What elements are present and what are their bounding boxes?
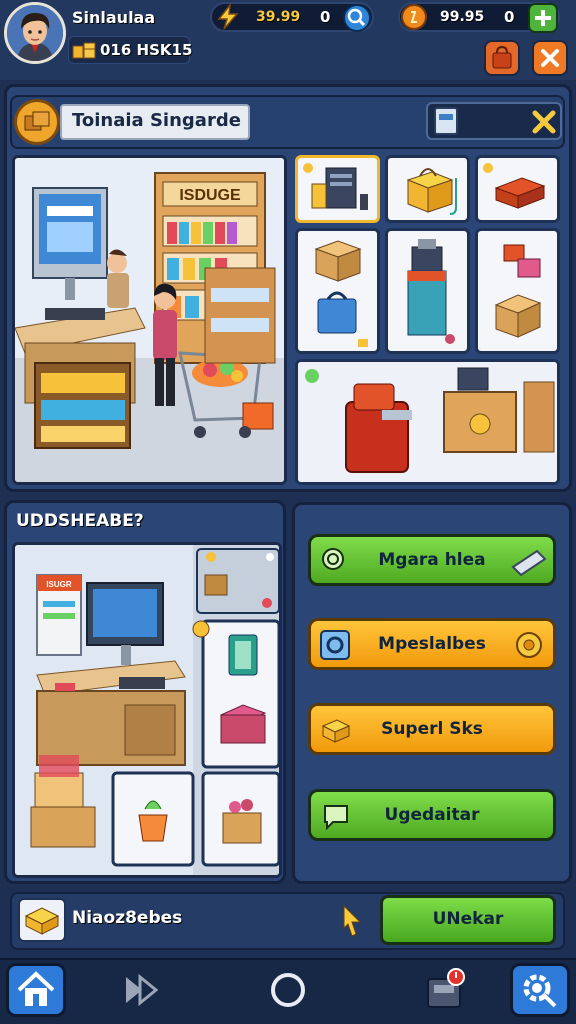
spinner-icon xyxy=(516,632,542,658)
nav-center[interactable] xyxy=(258,963,318,1017)
store-title: Toinaia Singarde xyxy=(72,110,241,131)
shelf-sign: ISDUGE xyxy=(179,187,241,204)
red-case-icon xyxy=(483,163,546,209)
bag-icon xyxy=(492,45,512,69)
nav-settings[interactable] xyxy=(510,963,570,1017)
nav-home[interactable] xyxy=(6,963,66,1017)
item-tile-5[interactable] xyxy=(385,228,470,354)
coin-value: 99.95 xyxy=(440,9,485,25)
upgrade-sign: ISUGR xyxy=(46,580,72,589)
package-icon xyxy=(24,907,60,935)
item-tile-4[interactable] xyxy=(295,228,380,354)
upgrade-title: UDDSHEABE? xyxy=(16,511,144,531)
item-tile-6[interactable] xyxy=(475,228,560,354)
crate-icon xyxy=(24,111,50,131)
shop-icon xyxy=(427,968,465,1008)
item-tile-2[interactable] xyxy=(385,155,470,223)
coin-count: 0 xyxy=(504,8,515,26)
forward-icon xyxy=(126,973,159,1007)
document-icon xyxy=(434,107,458,135)
computer-supplies-icon xyxy=(303,163,368,210)
menu-button-2[interactable]: Mpeslalbes xyxy=(308,618,556,670)
store-illustration: ISDUGE xyxy=(15,158,284,482)
energy-value: 39.99 xyxy=(256,9,301,25)
item-tile-3[interactable] xyxy=(475,155,560,223)
close-button[interactable] xyxy=(532,40,568,76)
avatar-portrait xyxy=(7,5,63,61)
menu-button-3-label: Superl Sks xyxy=(381,719,483,739)
menu-button-4[interactable]: Ugedaitar xyxy=(308,789,556,841)
nav-forward[interactable] xyxy=(112,963,172,1017)
vending-machine-icon xyxy=(407,239,455,344)
add-currency-icon[interactable] xyxy=(528,3,558,33)
item-tile-1[interactable] xyxy=(295,155,380,223)
footer-item-label: Niaoz8ebes xyxy=(72,908,183,928)
search-icon[interactable] xyxy=(342,3,372,33)
cursor-icon xyxy=(343,904,362,937)
tool-icon xyxy=(511,549,547,577)
shop-bag-button[interactable] xyxy=(484,40,520,76)
item-tile-7[interactable] xyxy=(295,359,560,485)
gold-box-icon xyxy=(406,168,457,215)
player-avatar[interactable] xyxy=(4,2,66,64)
close-icon xyxy=(541,49,559,67)
settings-icon xyxy=(523,974,557,1008)
menu-button-4-label: Ugedaitar xyxy=(384,805,480,825)
energy-count: 0 xyxy=(320,8,331,26)
coin-icon xyxy=(401,4,427,30)
footer-item-tile[interactable] xyxy=(18,898,66,942)
upgrade-illustration: ISUGR xyxy=(15,545,279,875)
circle-icon xyxy=(271,973,305,1007)
menu-button-3[interactable]: Superl Sks xyxy=(308,703,556,755)
checkout-counter-icon xyxy=(298,362,557,482)
close-x-icon[interactable] xyxy=(530,108,558,136)
store-scene[interactable]: ISDUGE xyxy=(12,155,287,485)
store-badge xyxy=(14,99,60,145)
toy-blocks-icon xyxy=(494,244,542,338)
nav-shop[interactable] xyxy=(414,963,474,1017)
boxes-icon xyxy=(72,42,96,59)
player-name: Sinlaulaa xyxy=(72,8,156,27)
cardboard-box-icon xyxy=(314,240,368,347)
home-icon xyxy=(17,971,55,1006)
menu-button-1[interactable]: Mgara hlea xyxy=(308,534,556,586)
player-id: 016 HSK15 xyxy=(100,41,193,59)
upgrade-scene[interactable]: ISUGR xyxy=(12,542,282,878)
unlock-label: UNekar xyxy=(432,909,504,929)
lightning-icon xyxy=(217,3,239,30)
